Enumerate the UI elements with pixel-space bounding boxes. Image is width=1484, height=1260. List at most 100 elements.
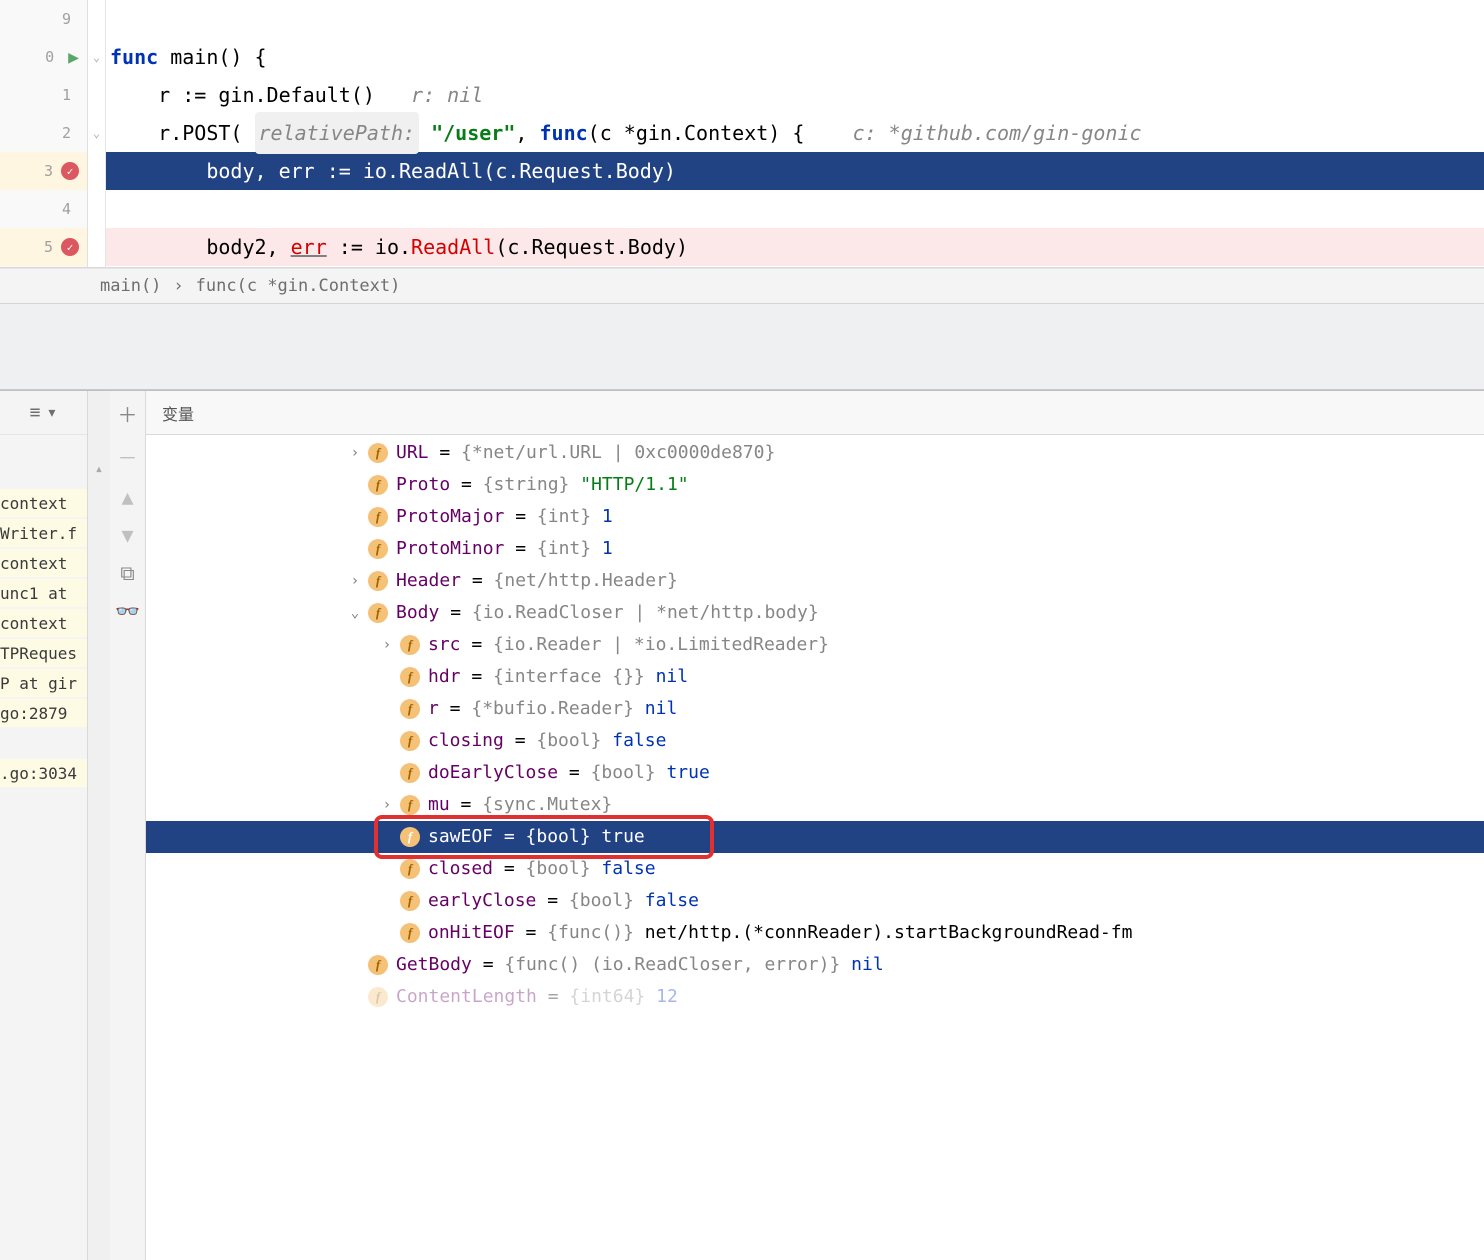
- field-badge-icon: f: [400, 699, 420, 719]
- variable-type: {bool}: [536, 725, 601, 757]
- variable-row[interactable]: fdoEarlyClose = {bool} true: [146, 757, 1484, 789]
- variable-row[interactable]: fContentLength = {int64} 12: [146, 981, 1484, 1013]
- frames-list[interactable]: contextWriter.fcontextunc1 atcontextTPRe…: [0, 435, 87, 1260]
- variable-value: false: [645, 885, 699, 917]
- stack-frame[interactable]: context: [0, 489, 87, 517]
- stack-frame[interactable]: TPReques: [0, 639, 87, 667]
- variable-row[interactable]: fsawEOF = {bool} true: [146, 821, 1484, 853]
- frames-toolbar: ≡ ▾: [0, 391, 87, 435]
- code-line[interactable]: func main() {: [106, 38, 1484, 76]
- variable-row[interactable]: ⌄fBody = {io.ReadCloser | *net/http.body…: [146, 597, 1484, 629]
- field-badge-icon: f: [368, 955, 388, 975]
- gutter-row[interactable]: 9: [0, 0, 87, 38]
- copy-icon[interactable]: ⧉: [120, 561, 134, 585]
- code-line[interactable]: [106, 0, 1484, 38]
- up-icon[interactable]: ▲: [121, 485, 133, 509]
- variable-value: nil: [656, 661, 689, 693]
- variable-row[interactable]: fhdr = {interface {}} nil: [146, 661, 1484, 693]
- add-watch-icon[interactable]: ＋: [118, 399, 138, 428]
- variable-name: mu: [428, 789, 450, 821]
- editor-gap: [0, 304, 1484, 390]
- variable-value: 1: [602, 501, 613, 533]
- chevron-right-icon[interactable]: ›: [346, 565, 364, 597]
- chevron-right-icon[interactable]: ›: [378, 789, 396, 821]
- stack-frame[interactable]: P at gir: [0, 669, 87, 697]
- field-badge-icon: f: [400, 763, 420, 783]
- stack-frame[interactable]: [0, 729, 87, 757]
- code-line[interactable]: r.POST( relativePath: "/user", func(c *g…: [106, 114, 1484, 152]
- variables-tab[interactable]: 变量: [146, 391, 1484, 435]
- breadcrumb[interactable]: main() › func(c *gin.Context): [0, 268, 1484, 304]
- field-badge-icon: f: [368, 443, 388, 463]
- variable-value: false: [601, 853, 655, 885]
- glasses-icon[interactable]: 👓: [115, 599, 140, 623]
- field-badge-icon: f: [400, 923, 420, 943]
- run-gutter-icon[interactable]: ▶: [68, 47, 79, 68]
- code-area[interactable]: func main() { r := gin.Default() r: nil …: [106, 0, 1484, 267]
- gutter-row[interactable]: 2: [0, 114, 87, 152]
- variable-row[interactable]: fProto = {string} "HTTP/1.1": [146, 469, 1484, 501]
- code-line[interactable]: body, err := io.ReadAll(c.Request.Body): [106, 152, 1484, 190]
- gutter-row[interactable]: 5: [0, 228, 87, 266]
- down-icon[interactable]: ▼: [121, 523, 133, 547]
- code-line[interactable]: r := gin.Default() r: nil: [106, 76, 1484, 114]
- threads-icon[interactable]: ≡: [30, 402, 41, 423]
- stack-frame[interactable]: go:2879: [0, 699, 87, 727]
- variable-value: net/http.(*connReader).startBackgroundRe…: [645, 917, 1133, 949]
- variable-row[interactable]: fclosing = {bool} false: [146, 725, 1484, 757]
- breakpoint-icon[interactable]: [61, 238, 79, 256]
- variable-name: Proto: [396, 469, 450, 501]
- variable-value: 1: [602, 533, 613, 565]
- chevron-right-icon[interactable]: ›: [378, 629, 396, 661]
- variable-row[interactable]: ›fURL = {*net/url.URL | 0xc0000de870}: [146, 437, 1484, 469]
- variable-row[interactable]: fProtoMajor = {int} 1: [146, 501, 1484, 533]
- code-line[interactable]: body2, err := io.ReadAll(c.Request.Body): [106, 228, 1484, 266]
- scroll-up-icon[interactable]: ▴: [95, 461, 103, 477]
- variable-type: {string}: [483, 469, 570, 501]
- field-badge-icon: f: [368, 539, 388, 559]
- variable-name: ProtoMajor: [396, 501, 504, 533]
- variables-tree[interactable]: ›fURL = {*net/url.URL | 0xc0000de870}fPr…: [146, 435, 1484, 1260]
- field-badge-icon: f: [400, 891, 420, 911]
- fold-icon[interactable]: ⌄: [93, 50, 100, 64]
- gutter-row[interactable]: 4: [0, 190, 87, 228]
- breadcrumb-item[interactable]: main(): [100, 276, 161, 296]
- variable-row[interactable]: fclosed = {bool} false: [146, 853, 1484, 885]
- field-badge-icon: f: [400, 731, 420, 751]
- variable-type: {int}: [537, 501, 591, 533]
- variable-row[interactable]: fProtoMinor = {int} 1: [146, 533, 1484, 565]
- variable-name: closed: [428, 853, 493, 885]
- stack-frame[interactable]: .go:3034: [0, 759, 87, 787]
- stack-frame[interactable]: context: [0, 549, 87, 577]
- gutter-row[interactable]: 1: [0, 76, 87, 114]
- field-badge-icon: f: [400, 859, 420, 879]
- breakpoint-icon[interactable]: [61, 162, 79, 180]
- gutter-row[interactable]: 3: [0, 152, 87, 190]
- remove-watch-icon[interactable]: －: [118, 442, 138, 471]
- chevron-right-icon[interactable]: ›: [346, 437, 364, 469]
- variable-type: {sync.Mutex}: [482, 789, 612, 821]
- stack-frame[interactable]: Writer.f: [0, 519, 87, 547]
- frames-scroll[interactable]: ▴: [88, 391, 110, 1260]
- code-line[interactable]: [106, 190, 1484, 228]
- variable-type: {*net/url.URL | 0xc0000de870}: [461, 437, 775, 469]
- fold-column: ⌄⌄: [88, 0, 106, 267]
- variable-row[interactable]: ›fmu = {sync.Mutex}: [146, 789, 1484, 821]
- variable-type: {io.Reader | *io.LimitedReader}: [493, 629, 829, 661]
- variable-row[interactable]: fGetBody = {func() (io.ReadCloser, error…: [146, 949, 1484, 981]
- variable-row[interactable]: fonHitEOF = {func()} net/http.(*connRead…: [146, 917, 1484, 949]
- variable-value: nil: [645, 693, 678, 725]
- breadcrumb-item[interactable]: func(c *gin.Context): [196, 276, 401, 296]
- variable-row[interactable]: fearlyClose = {bool} false: [146, 885, 1484, 917]
- chevron-down-icon[interactable]: ▾: [47, 402, 58, 423]
- frames-panel: ≡ ▾ contextWriter.fcontextunc1 atcontext…: [0, 391, 88, 1260]
- stack-frame[interactable]: context: [0, 609, 87, 637]
- gutter-row[interactable]: 0▶: [0, 38, 87, 76]
- fold-icon[interactable]: ⌄: [93, 126, 100, 140]
- stack-frame[interactable]: unc1 at: [0, 579, 87, 607]
- variable-row[interactable]: ›fsrc = {io.Reader | *io.LimitedReader}: [146, 629, 1484, 661]
- chevron-down-icon[interactable]: ⌄: [346, 597, 364, 629]
- variable-row[interactable]: ›fHeader = {net/http.Header}: [146, 565, 1484, 597]
- variable-type: {net/http.Header}: [494, 565, 678, 597]
- variable-row[interactable]: fr = {*bufio.Reader} nil: [146, 693, 1484, 725]
